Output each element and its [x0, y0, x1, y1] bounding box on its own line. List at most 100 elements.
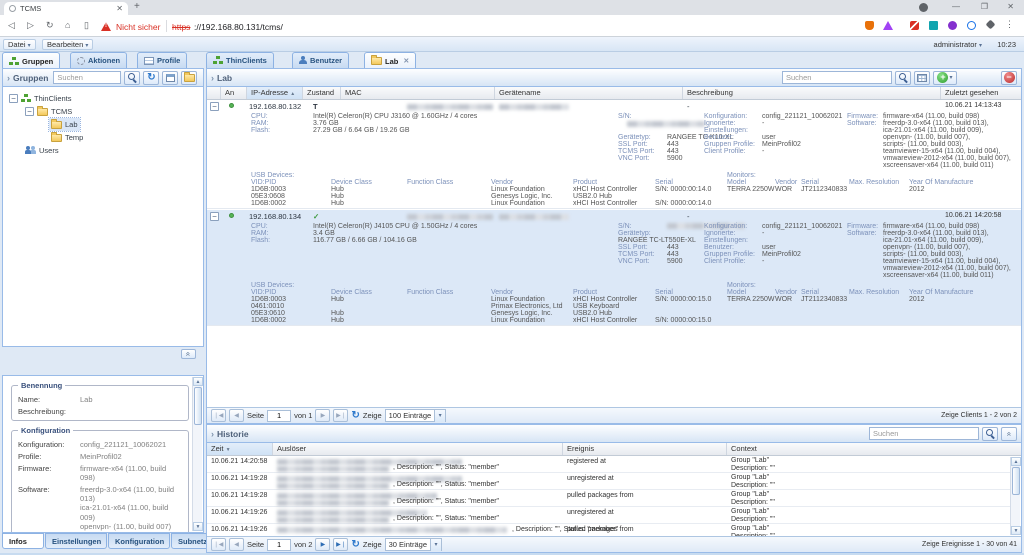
tab-aktionen[interactable]: Aktionen — [70, 52, 127, 68]
page-size-select[interactable]: 30 Einträge▾ — [385, 538, 442, 551]
column-ausloeser[interactable]: Auslöser — [273, 443, 563, 455]
collapse-row-icon[interactable]: − — [210, 102, 219, 111]
column-beschreibung[interactable]: Beschreibung — [683, 87, 941, 99]
history-row[interactable]: 10.06.21 14:19:28 , Description: "", Sta… — [207, 473, 1011, 490]
history-row[interactable]: 10.06.21 14:20:58 , Description: "", Sta… — [207, 456, 1011, 473]
purple-extension-icon[interactable] — [948, 21, 957, 30]
search-button[interactable] — [124, 71, 140, 85]
tab-infos[interactable]: Infos — [2, 533, 44, 549]
history-row[interactable]: 10.06.21 14:19:28 , Description: "", Sta… — [207, 490, 1011, 507]
panel-collapse-icon[interactable]: › — [7, 73, 10, 83]
search-button[interactable] — [895, 71, 911, 85]
column-geraetename[interactable]: Gerätename — [495, 87, 683, 99]
next-page-button[interactable]: ▶ — [315, 409, 330, 422]
column-ip[interactable]: IP-Adresse ▲ — [247, 87, 303, 99]
column-zeit[interactable]: Zeit ▼ — [207, 443, 273, 455]
tab-profile[interactable]: Profile — [137, 52, 187, 68]
window-minimize-button[interactable]: — — [952, 2, 960, 12]
window-maximize-button[interactable]: ❐ — [981, 2, 988, 12]
page-input[interactable] — [267, 539, 291, 551]
table-view-button[interactable] — [914, 71, 930, 85]
tree-item-temp[interactable]: Temp — [49, 131, 85, 144]
collapse-all-button[interactable] — [162, 71, 178, 85]
browser-tab[interactable]: TCMS ✕ — [4, 2, 128, 15]
collapse-node-icon[interactable]: − — [25, 107, 34, 116]
scrollbar-thumb[interactable] — [194, 387, 202, 425]
scroll-down-icon[interactable]: ▼ — [193, 522, 203, 531]
page-input[interactable] — [267, 410, 291, 422]
column-mac[interactable]: MAC — [341, 87, 495, 99]
tab-einstellungen[interactable]: Einstellungen — [45, 533, 107, 549]
splitter-collapse-button[interactable]: » — [181, 349, 196, 359]
first-page-button[interactable]: ❘◀ — [211, 409, 226, 422]
expander-column-header[interactable] — [207, 87, 221, 99]
refresh-icon[interactable]: ↻ — [351, 411, 359, 421]
sidebar-splitter[interactable]: » — [2, 349, 204, 360]
first-page-button[interactable]: ❘◀ — [211, 538, 226, 551]
refresh-button[interactable]: ↻ — [143, 71, 159, 85]
phone-extension-icon[interactable] — [967, 21, 976, 30]
column-zustand[interactable]: Zustand — [303, 87, 341, 99]
tree-item-tcms[interactable]: − TCMS — [23, 105, 74, 118]
panel-collapse-icon[interactable]: › — [211, 429, 214, 439]
collapse-panel-button[interactable]: » — [1001, 427, 1017, 441]
url-text[interactable]: ://192.168.80.131/tcms/ — [194, 22, 283, 32]
security-warning-text[interactable]: Nicht sicher — [116, 22, 160, 32]
scrollbar-thumb[interactable] — [1012, 467, 1020, 495]
tab-thinclients[interactable]: ThinClients — [206, 52, 274, 68]
bookmark-icon[interactable]: ▯ — [84, 20, 89, 31]
client-row[interactable]: − 192.168.80.132 T - 10.06.21 14:13:43 C… — [207, 100, 1021, 209]
column-ereignis[interactable]: Ereignis — [563, 443, 727, 455]
prev-page-button[interactable]: ◀ — [229, 538, 244, 551]
column-an[interactable]: An — [221, 87, 247, 99]
extensions-pin-icon[interactable] — [986, 20, 996, 30]
scroll-up-icon[interactable]: ▲ — [193, 377, 203, 386]
collapse-row-icon[interactable]: − — [210, 212, 219, 221]
last-page-button[interactable]: ▶❘ — [333, 538, 348, 551]
tab-konfiguration[interactable]: Konfiguration — [108, 533, 170, 549]
triangle-extension-icon[interactable] — [883, 21, 893, 30]
tab-benutzer[interactable]: Benutzer — [292, 52, 349, 68]
back-icon[interactable]: ◁ — [8, 20, 15, 31]
security-warning-icon[interactable]: ! — [101, 22, 111, 31]
user-menu[interactable]: administrator ▾ — [934, 40, 982, 49]
url-scheme[interactable]: https — [172, 22, 190, 32]
clients-search-input[interactable] — [782, 71, 892, 84]
search-button[interactable] — [982, 427, 998, 441]
add-group-button[interactable] — [181, 71, 197, 85]
browser-profile-avatar[interactable] — [919, 3, 928, 12]
blocker-extension-icon[interactable] — [910, 21, 919, 30]
window-close-button[interactable]: ✕ — [1007, 2, 1014, 12]
scroll-down-icon[interactable]: ▼ — [1011, 526, 1021, 535]
page-size-select[interactable]: 100 Einträge▾ — [385, 409, 447, 422]
history-scrollbar[interactable]: ▲ ▼ — [1010, 457, 1020, 535]
info-scrollbar[interactable]: ▲ ▼ — [192, 377, 202, 531]
menu-datei[interactable]: Datei ▾ — [3, 39, 36, 50]
column-zuletzt[interactable]: Zuletzt gesehen — [941, 87, 1021, 99]
history-search-input[interactable] — [869, 427, 979, 440]
new-tab-button[interactable]: + — [134, 1, 140, 12]
reload-icon[interactable]: ↻ — [46, 20, 54, 31]
forward-icon[interactable]: ▷ — [27, 20, 34, 31]
menu-bearbeiten[interactable]: Bearbeiten ▾ — [42, 39, 93, 50]
scroll-up-icon[interactable]: ▲ — [1011, 457, 1021, 466]
tab-close-icon[interactable]: ✕ — [116, 5, 123, 13]
column-context[interactable]: Context — [727, 443, 1011, 455]
shield-extension-icon[interactable] — [865, 21, 874, 30]
next-page-button[interactable]: ▶ — [315, 538, 330, 551]
history-row[interactable]: 10.06.21 14:19:26 , Description: "", Sta… — [207, 507, 1011, 524]
tab-close-icon[interactable]: ✕ — [403, 57, 409, 65]
tab-lab[interactable]: Lab ✕ — [364, 52, 416, 69]
client-row[interactable]: − 192.168.80.134 ✓ - 10.06.21 14:20:58 C… — [207, 210, 1021, 326]
add-client-button[interactable]: +▾ — [933, 71, 957, 85]
remove-client-button[interactable]: − — [1001, 71, 1017, 85]
home-icon[interactable]: ⌂ — [65, 20, 70, 31]
groups-search-input[interactable] — [53, 71, 121, 84]
refresh-icon[interactable]: ↻ — [351, 540, 359, 550]
tree-item-thinclients[interactable]: − ThinClients — [7, 92, 74, 105]
tab-gruppen[interactable]: Gruppen — [2, 52, 60, 69]
browser-menu-icon[interactable]: ⋮ — [1005, 19, 1014, 30]
prev-page-button[interactable]: ◀ — [229, 409, 244, 422]
panel-collapse-icon[interactable]: › — [211, 73, 214, 83]
collapse-node-icon[interactable]: − — [9, 94, 18, 103]
